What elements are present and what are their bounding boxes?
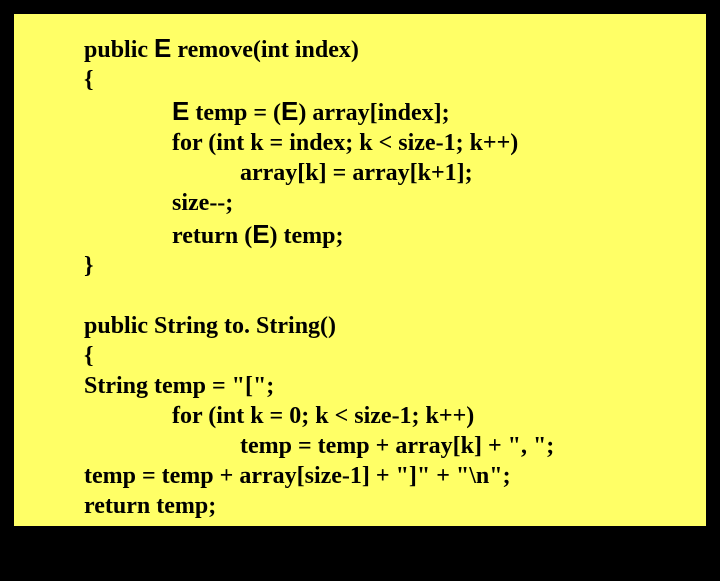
txt: } xyxy=(22,553,31,579)
code-line: for (int k = index; k < size-1; k++) xyxy=(22,128,698,158)
txt: ) array[index]; xyxy=(298,100,449,126)
code-line: array[k] = array[k+1]; xyxy=(22,158,698,188)
generic-E: E xyxy=(281,96,298,126)
txt: remove(int index) xyxy=(171,37,359,63)
code-line: return (E) temp; xyxy=(22,218,698,251)
code-line: } xyxy=(22,551,698,581)
generic-E: E xyxy=(172,96,189,126)
code-line: } xyxy=(22,521,698,551)
generic-E: E xyxy=(154,33,171,63)
txt: public String to. String() xyxy=(84,313,336,339)
generic-E: E xyxy=(252,219,269,249)
code-line: E temp = (E) array[index]; xyxy=(22,95,698,128)
txt: } xyxy=(84,523,93,549)
txt: return temp; xyxy=(84,493,216,519)
kw: public xyxy=(84,37,154,63)
code-line: for (int k = 0; k < size-1; k++) xyxy=(22,401,698,431)
txt: } xyxy=(84,253,93,279)
code-line: temp = temp + array[size-1] + "]" + "\n"… xyxy=(22,461,698,491)
txt: array[k] = array[k+1]; xyxy=(240,160,473,186)
txt: { xyxy=(84,67,93,93)
code-blank xyxy=(22,281,698,311)
txt: temp = ( xyxy=(189,100,281,126)
code-line: { xyxy=(22,65,698,95)
code-line: { xyxy=(22,341,698,371)
txt: String temp = "["; xyxy=(84,373,274,399)
txt: for (int k = 0; k < size-1; k++) xyxy=(172,403,474,429)
code-line: String temp = "["; xyxy=(22,371,698,401)
txt: return ( xyxy=(172,223,252,249)
txt: size--; xyxy=(172,190,233,216)
txt: ) temp; xyxy=(270,223,344,249)
code-line: } xyxy=(22,251,698,281)
code-line: public String to. String() xyxy=(22,311,698,341)
code-line: return temp; xyxy=(22,491,698,521)
txt: { xyxy=(84,343,93,369)
code-line: size--; xyxy=(22,188,698,218)
txt xyxy=(84,283,90,309)
code-line: temp = temp + array[k] + ", "; xyxy=(22,431,698,461)
txt: temp = temp + array[k] + ", "; xyxy=(240,433,554,459)
txt: for (int k = index; k < size-1; k++) xyxy=(172,130,518,156)
code-slide: public E remove(int index) { E temp = (E… xyxy=(12,12,708,528)
txt: temp = temp + array[size-1] + "]" + "\n"… xyxy=(84,463,511,489)
code-line: public E remove(int index) xyxy=(22,32,698,65)
